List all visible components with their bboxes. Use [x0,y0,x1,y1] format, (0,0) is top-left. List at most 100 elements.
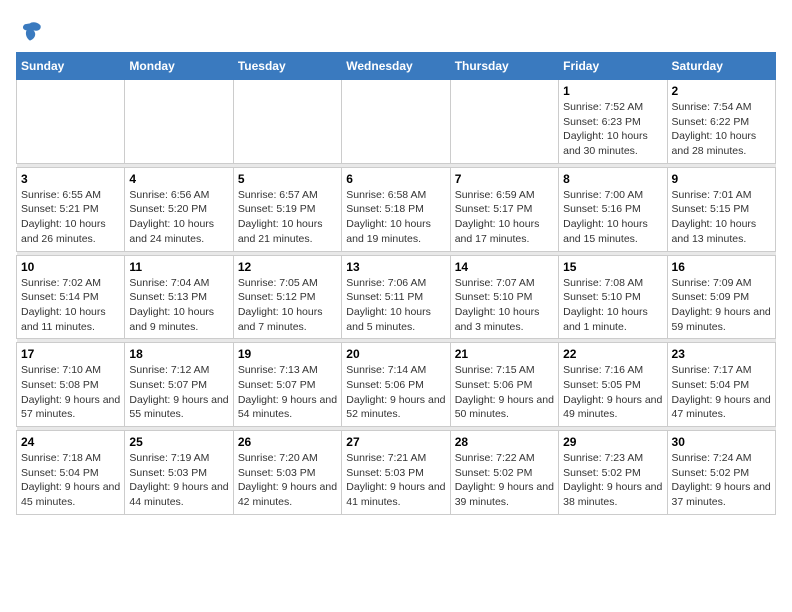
calendar-cell: 29 Sunrise: 7:23 AM Sunset: 5:02 PM Dayli… [559,431,667,515]
day-number: 2 [672,84,771,98]
day-info: Sunrise: 7:23 AM Sunset: 5:02 PM Dayligh… [563,451,662,510]
day-info: Sunrise: 7:08 AM Sunset: 5:10 PM Dayligh… [563,276,662,335]
day-number: 26 [238,435,337,449]
weekday-header-thursday: Thursday [450,53,558,80]
day-number: 24 [21,435,120,449]
day-info: Sunrise: 6:57 AM Sunset: 5:19 PM Dayligh… [238,188,337,247]
calendar-cell [450,80,558,164]
logo-bird-icon [18,20,42,44]
calendar-cell: 1Sunrise: 7:52 AM Sunset: 6:23 PM Daylig… [559,80,667,164]
logo [16,20,42,44]
calendar-week-row: 3 Sunrise: 6:55 AM Sunset: 5:21 PM Daylig… [17,167,776,251]
calendar-cell: 27 Sunrise: 7:21 AM Sunset: 5:03 PM Dayli… [342,431,450,515]
day-info: Sunrise: 7:14 AM Sunset: 5:06 PM Dayligh… [346,363,445,422]
day-number: 29 [563,435,662,449]
calendar-cell: 10 Sunrise: 7:02 AM Sunset: 5:14 PM Dayli… [17,255,125,339]
day-info: Sunrise: 7:05 AM Sunset: 5:12 PM Dayligh… [238,276,337,335]
calendar-cell: 18 Sunrise: 7:12 AM Sunset: 5:07 PM Dayli… [125,343,233,427]
calendar-week-row: 1Sunrise: 7:52 AM Sunset: 6:23 PM Daylig… [17,80,776,164]
day-number: 10 [21,260,120,274]
day-info: Sunrise: 7:01 AM Sunset: 5:15 PM Dayligh… [672,188,771,247]
day-number: 20 [346,347,445,361]
day-number: 6 [346,172,445,186]
calendar-cell: 28 Sunrise: 7:22 AM Sunset: 5:02 PM Dayli… [450,431,558,515]
day-info: Sunrise: 7:15 AM Sunset: 5:06 PM Dayligh… [455,363,554,422]
calendar-cell: 9 Sunrise: 7:01 AM Sunset: 5:15 PM Daylig… [667,167,775,251]
day-number: 28 [455,435,554,449]
calendar-cell: 20 Sunrise: 7:14 AM Sunset: 5:06 PM Dayli… [342,343,450,427]
day-info: Sunrise: 7:52 AM Sunset: 6:23 PM Dayligh… [563,100,662,159]
calendar-cell: 26Sunrise: 7:20 AM Sunset: 5:03 PM Dayli… [233,431,341,515]
day-number: 12 [238,260,337,274]
calendar-cell [233,80,341,164]
day-info: Sunrise: 6:56 AM Sunset: 5:20 PM Dayligh… [129,188,228,247]
calendar-table: SundayMondayTuesdayWednesdayThursdayFrid… [16,52,776,515]
calendar-cell: 15 Sunrise: 7:08 AM Sunset: 5:10 PM Dayli… [559,255,667,339]
day-info: Sunrise: 7:54 AM Sunset: 6:22 PM Dayligh… [672,100,771,159]
day-info: Sunrise: 6:59 AM Sunset: 5:17 PM Dayligh… [455,188,554,247]
day-info: Sunrise: 7:09 AM Sunset: 5:09 PM Dayligh… [672,276,771,335]
weekday-header-tuesday: Tuesday [233,53,341,80]
day-number: 21 [455,347,554,361]
day-info: Sunrise: 7:13 AM Sunset: 5:07 PM Dayligh… [238,363,337,422]
calendar-cell: 22Sunrise: 7:16 AM Sunset: 5:05 PM Dayli… [559,343,667,427]
calendar-cell: 12 Sunrise: 7:05 AM Sunset: 5:12 PM Dayli… [233,255,341,339]
day-number: 8 [563,172,662,186]
calendar-cell: 4 Sunrise: 6:56 AM Sunset: 5:20 PM Daylig… [125,167,233,251]
day-info: Sunrise: 6:55 AM Sunset: 5:21 PM Dayligh… [21,188,120,247]
day-info: Sunrise: 7:12 AM Sunset: 5:07 PM Dayligh… [129,363,228,422]
day-number: 4 [129,172,228,186]
day-number: 14 [455,260,554,274]
weekday-header-wednesday: Wednesday [342,53,450,80]
calendar-cell: 5 Sunrise: 6:57 AM Sunset: 5:19 PM Daylig… [233,167,341,251]
page-header [16,16,776,44]
day-info: Sunrise: 7:19 AM Sunset: 5:03 PM Dayligh… [129,451,228,510]
calendar-cell: 19 Sunrise: 7:13 AM Sunset: 5:07 PM Dayli… [233,343,341,427]
day-info: Sunrise: 7:07 AM Sunset: 5:10 PM Dayligh… [455,276,554,335]
day-info: Sunrise: 7:02 AM Sunset: 5:14 PM Dayligh… [21,276,120,335]
day-number: 17 [21,347,120,361]
day-number: 27 [346,435,445,449]
day-info: Sunrise: 7:17 AM Sunset: 5:04 PM Dayligh… [672,363,771,422]
weekday-header-monday: Monday [125,53,233,80]
day-info: Sunrise: 7:00 AM Sunset: 5:16 PM Dayligh… [563,188,662,247]
day-info: Sunrise: 7:21 AM Sunset: 5:03 PM Dayligh… [346,451,445,510]
day-number: 11 [129,260,228,274]
day-number: 22 [563,347,662,361]
day-info: Sunrise: 7:06 AM Sunset: 5:11 PM Dayligh… [346,276,445,335]
day-number: 19 [238,347,337,361]
day-number: 16 [672,260,771,274]
day-info: Sunrise: 7:04 AM Sunset: 5:13 PM Dayligh… [129,276,228,335]
calendar-cell [342,80,450,164]
weekday-header-row: SundayMondayTuesdayWednesdayThursdayFrid… [17,53,776,80]
day-info: Sunrise: 7:10 AM Sunset: 5:08 PM Dayligh… [21,363,120,422]
calendar-cell: 14 Sunrise: 7:07 AM Sunset: 5:10 PM Dayli… [450,255,558,339]
calendar-cell: 16 Sunrise: 7:09 AM Sunset: 5:09 PM Dayli… [667,255,775,339]
weekday-header-sunday: Sunday [17,53,125,80]
calendar-cell [17,80,125,164]
day-number: 18 [129,347,228,361]
day-number: 13 [346,260,445,274]
calendar-cell: 13 Sunrise: 7:06 AM Sunset: 5:11 PM Dayli… [342,255,450,339]
day-number: 15 [563,260,662,274]
calendar-week-row: 17 Sunrise: 7:10 AM Sunset: 5:08 PM Dayli… [17,343,776,427]
calendar-cell: 24 Sunrise: 7:18 AM Sunset: 5:04 PM Dayli… [17,431,125,515]
calendar-cell: 6 Sunrise: 6:58 AM Sunset: 5:18 PM Daylig… [342,167,450,251]
day-number: 5 [238,172,337,186]
day-number: 30 [672,435,771,449]
weekday-header-saturday: Saturday [667,53,775,80]
calendar-cell: 23Sunrise: 7:17 AM Sunset: 5:04 PM Dayli… [667,343,775,427]
day-number: 7 [455,172,554,186]
day-info: Sunrise: 6:58 AM Sunset: 5:18 PM Dayligh… [346,188,445,247]
calendar-cell: 17 Sunrise: 7:10 AM Sunset: 5:08 PM Dayli… [17,343,125,427]
calendar-cell: 7 Sunrise: 6:59 AM Sunset: 5:17 PM Daylig… [450,167,558,251]
day-info: Sunrise: 7:24 AM Sunset: 5:02 PM Dayligh… [672,451,771,510]
day-number: 9 [672,172,771,186]
calendar-cell: 11 Sunrise: 7:04 AM Sunset: 5:13 PM Dayli… [125,255,233,339]
day-number: 3 [21,172,120,186]
calendar-cell: 3 Sunrise: 6:55 AM Sunset: 5:21 PM Daylig… [17,167,125,251]
day-info: Sunrise: 7:22 AM Sunset: 5:02 PM Dayligh… [455,451,554,510]
calendar-cell [125,80,233,164]
day-info: Sunrise: 7:18 AM Sunset: 5:04 PM Dayligh… [21,451,120,510]
calendar-cell: 2 Sunrise: 7:54 AM Sunset: 6:22 PM Daylig… [667,80,775,164]
